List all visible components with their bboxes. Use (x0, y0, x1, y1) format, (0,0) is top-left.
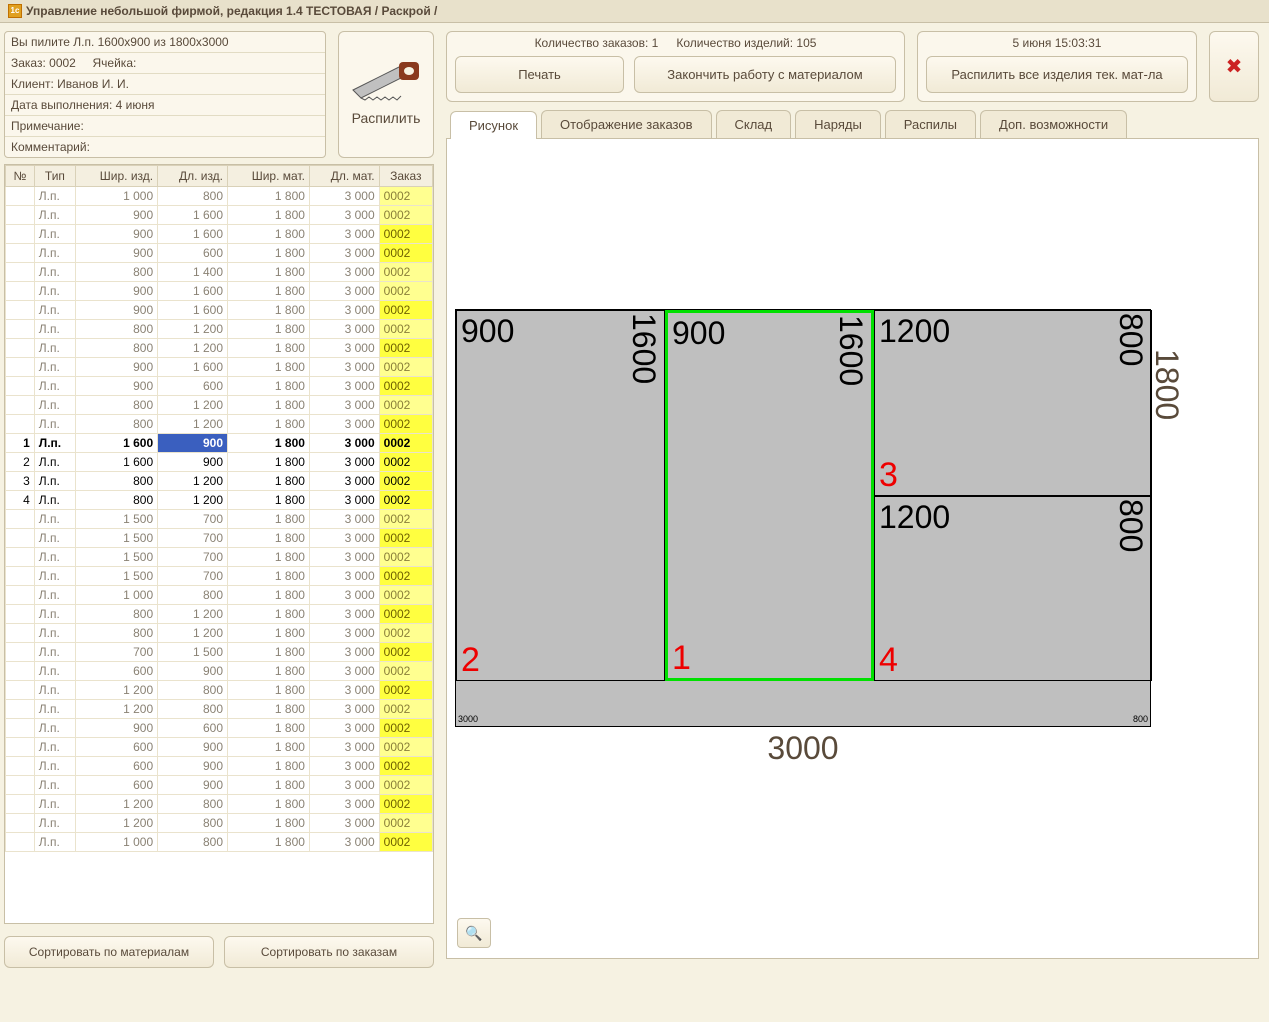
info-panel: Вы пилите Л.п. 1600x900 из 1800x3000 Зак… (4, 31, 326, 158)
table-row[interactable]: 4Л.п.8001 2001 8003 0000002 (6, 491, 433, 510)
table-row[interactable]: Л.п.6009001 8003 0000002 (6, 738, 433, 757)
col-header[interactable]: Дл. изд. (158, 166, 228, 187)
table-row[interactable]: Л.п.9001 6001 8003 0000002 (6, 206, 433, 225)
cut-piece[interactable]: 900 1600 2 (456, 310, 665, 681)
piece-number: 4 (879, 641, 898, 680)
col-header[interactable]: Шир. мат. (228, 166, 310, 187)
piece-height: 1600 (832, 315, 869, 386)
table-row[interactable]: Л.п.1 0008001 8003 0000002 (6, 586, 433, 605)
table-row[interactable]: Л.п.9001 6001 8003 0000002 (6, 301, 433, 320)
cut-button-label: Распилить (352, 110, 421, 130)
table-row[interactable]: Л.п.1 5007001 8003 0000002 (6, 510, 433, 529)
tab[interactable]: Распилы (885, 110, 976, 138)
info-line: Комментарий: (5, 137, 325, 157)
close-icon: ✖ (1226, 54, 1243, 79)
table-row[interactable]: Л.п.9006001 8003 0000002 (6, 719, 433, 738)
cut-piece[interactable]: 1200 800 4 (874, 496, 1152, 681)
piece-number: 2 (461, 641, 480, 680)
piece-width: 900 (672, 315, 725, 352)
items-table[interactable]: №ТипШир. изд.Дл. изд.Шир. мат.Дл. мат.За… (4, 164, 434, 924)
table-row[interactable]: Л.п.8001 2001 8003 0000002 (6, 396, 433, 415)
piece-width: 1200 (879, 313, 950, 350)
total-height-label: 1800 (1148, 349, 1185, 420)
col-header[interactable]: № (6, 166, 35, 187)
sort-by-order-button[interactable]: Сортировать по заказам (224, 936, 434, 968)
date-panel: 5 июня 15:03:31 Распилить все изделия те… (917, 31, 1197, 102)
finish-material-button[interactable]: Закончить работу с материалом (634, 56, 896, 93)
info-line: Заказ: 0002 Ячейка: (5, 53, 325, 74)
zoom-out-icon: 🔍 (465, 925, 482, 942)
col-header[interactable]: Тип (34, 166, 75, 187)
mat-dim-label: 800 (1133, 714, 1148, 724)
piece-width: 900 (461, 313, 514, 350)
sort-by-material-button[interactable]: Сортировать по материалам (4, 936, 214, 968)
tab[interactable]: Доп. возможности (980, 110, 1127, 138)
table-row[interactable]: Л.п.1 0008001 8003 0000002 (6, 833, 433, 852)
layout-canvas[interactable]: 3000 800 900 1600 2 900 1600 1 1200 800 3 1200 800… (446, 139, 1259, 959)
table-row[interactable]: Л.п.8001 2001 8003 0000002 (6, 320, 433, 339)
cut-all-button[interactable]: Распилить все изделия тек. мат-ла (926, 56, 1188, 93)
material-sheet: 3000 800 900 1600 2 900 1600 1 1200 800 3 1200 800… (455, 309, 1151, 727)
table-row[interactable]: Л.п.6009001 8003 0000002 (6, 776, 433, 795)
table-row[interactable]: 1Л.п.1 6009001 8003 0000002 (6, 434, 433, 453)
title-bar: 1c Управление небольшой фирмой, редакция… (0, 0, 1269, 23)
table-row[interactable]: Л.п.1 2008001 8003 0000002 (6, 681, 433, 700)
app-icon: 1c (8, 4, 22, 18)
piece-height: 1600 (625, 313, 662, 384)
print-button[interactable]: Печать (455, 56, 624, 93)
tab[interactable]: Склад (716, 110, 792, 138)
table-row[interactable]: Л.п.1 5007001 8003 0000002 (6, 548, 433, 567)
info-line: Дата выполнения: 4 июня (5, 95, 325, 116)
table-row[interactable]: Л.п.7001 5001 8003 0000002 (6, 643, 433, 662)
table-row[interactable]: Л.п.6009001 8003 0000002 (6, 662, 433, 681)
col-header[interactable]: Заказ (379, 166, 432, 187)
status-panel: Количество заказов: 1 Количество изделий… (446, 31, 905, 102)
cut-piece[interactable]: 1200 800 3 (874, 310, 1152, 496)
table-row[interactable]: Л.п.1 5007001 8003 0000002 (6, 567, 433, 586)
table-row[interactable]: Л.п.8001 4001 8003 0000002 (6, 263, 433, 282)
table-row[interactable]: Л.п.9001 6001 8003 0000002 (6, 282, 433, 301)
table-row[interactable]: 2Л.п.1 6009001 8003 0000002 (6, 453, 433, 472)
table-row[interactable]: Л.п.9006001 8003 0000002 (6, 244, 433, 263)
table-row[interactable]: Л.п.8001 2001 8003 0000002 (6, 339, 433, 358)
piece-number: 3 (879, 456, 898, 495)
table-row[interactable]: Л.п.1 5007001 8003 0000002 (6, 529, 433, 548)
total-width-label: 3000 (767, 730, 838, 767)
table-row[interactable]: Л.п.1 0008001 8003 0000002 (6, 187, 433, 206)
tab[interactable]: Рисунок (450, 111, 537, 139)
orders-count: Количество заказов: 1 (535, 36, 659, 50)
cut-piece[interactable]: 900 1600 1 (665, 310, 874, 681)
zoom-reset-button[interactable]: 🔍 (457, 918, 491, 948)
saw-icon (351, 60, 421, 110)
piece-height: 800 (1112, 313, 1149, 366)
tab-bar: РисунокОтображение заказовСкладНарядыРас… (446, 110, 1259, 139)
table-row[interactable]: Л.п.9001 6001 8003 0000002 (6, 225, 433, 244)
close-button[interactable]: ✖ (1209, 31, 1259, 102)
piece-height: 800 (1112, 499, 1149, 552)
table-row[interactable]: 3Л.п.8001 2001 8003 0000002 (6, 472, 433, 491)
table-row[interactable]: Л.п.1 2008001 8003 0000002 (6, 700, 433, 719)
datetime-label: 5 июня 15:03:31 (1013, 32, 1102, 56)
col-header[interactable]: Дл. мат. (309, 166, 379, 187)
table-row[interactable]: Л.п.1 2008001 8003 0000002 (6, 795, 433, 814)
piece-width: 1200 (879, 499, 950, 536)
table-row[interactable]: Л.п.9001 6001 8003 0000002 (6, 358, 433, 377)
info-line: Вы пилите Л.п. 1600x900 из 1800x3000 (5, 32, 325, 53)
items-count: Количество изделий: 105 (676, 36, 816, 50)
tab[interactable]: Отображение заказов (541, 110, 711, 138)
window-title: Управление небольшой фирмой, редакция 1.… (26, 4, 437, 18)
table-row[interactable]: Л.п.8001 2001 8003 0000002 (6, 624, 433, 643)
info-line: Примечание: (5, 116, 325, 137)
cut-button[interactable]: Распилить (338, 31, 434, 158)
piece-number: 1 (672, 639, 691, 678)
table-row[interactable]: Л.п.1 2008001 8003 0000002 (6, 814, 433, 833)
tab[interactable]: Наряды (795, 110, 881, 138)
info-line: Клиент: Иванов И. И. (5, 74, 325, 95)
col-header[interactable]: Шир. изд. (76, 166, 158, 187)
table-row[interactable]: Л.п.9006001 8003 0000002 (6, 377, 433, 396)
table-row[interactable]: Л.п.8001 2001 8003 0000002 (6, 605, 433, 624)
mat-dim-label: 3000 (458, 714, 478, 724)
table-row[interactable]: Л.п.8001 2001 8003 0000002 (6, 415, 433, 434)
table-row[interactable]: Л.п.6009001 8003 0000002 (6, 757, 433, 776)
